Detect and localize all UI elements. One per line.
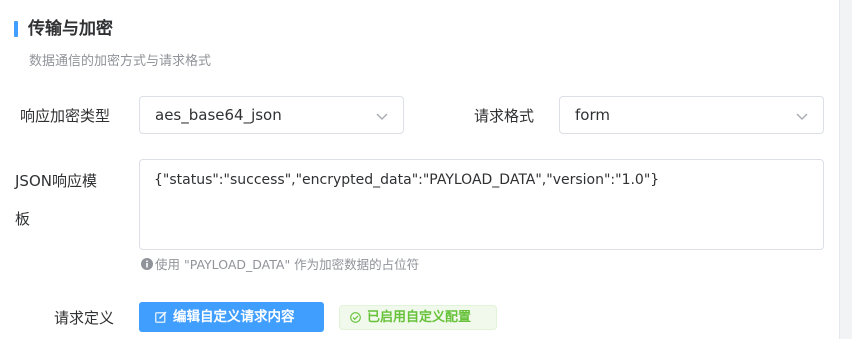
edit-icon — [155, 311, 167, 323]
request-definition-label: 请求定义 — [54, 309, 115, 327]
info-icon — [141, 258, 153, 270]
scrollbar-track[interactable] — [839, 0, 852, 339]
json-response-template-textarea[interactable]: {"status":"success","encrypted_data":"PA… — [139, 159, 824, 250]
request-format-value: form — [575, 106, 610, 124]
section-accent-bar — [14, 21, 18, 37]
section-title: 传输与加密 — [28, 19, 113, 39]
response-encryption-type-value: aes_base64_json — [155, 106, 282, 124]
json-response-template-label: JSON响应模 — [15, 172, 97, 190]
edit-custom-request-button[interactable]: 编辑自定义请求内容 — [139, 302, 324, 332]
response-encryption-type-label: 响应加密类型 — [20, 107, 111, 125]
check-circle-icon — [350, 312, 361, 323]
edit-custom-request-button-label: 编辑自定义请求内容 — [173, 309, 295, 325]
response-encryption-type-select[interactable]: aes_base64_json — [139, 96, 404, 134]
section-description: 数据通信的加密方式与请求格式 — [29, 54, 212, 69]
json-response-template-value: {"status":"success","encrypted_data":"PA… — [154, 172, 660, 188]
chevron-down-icon — [376, 113, 388, 120]
json-template-hint: 使用 "PAYLOAD_DATA" 作为加密数据的占位符 — [155, 257, 420, 272]
chevron-down-icon — [796, 113, 808, 120]
json-response-template-label-continued: 板 — [15, 210, 31, 228]
request-format-select[interactable]: form — [559, 96, 824, 134]
request-format-label: 请求格式 — [474, 107, 535, 125]
custom-config-enabled-tag: 已启用自定义配置 — [339, 305, 497, 330]
custom-config-enabled-label: 已启用自定义配置 — [367, 310, 472, 325]
